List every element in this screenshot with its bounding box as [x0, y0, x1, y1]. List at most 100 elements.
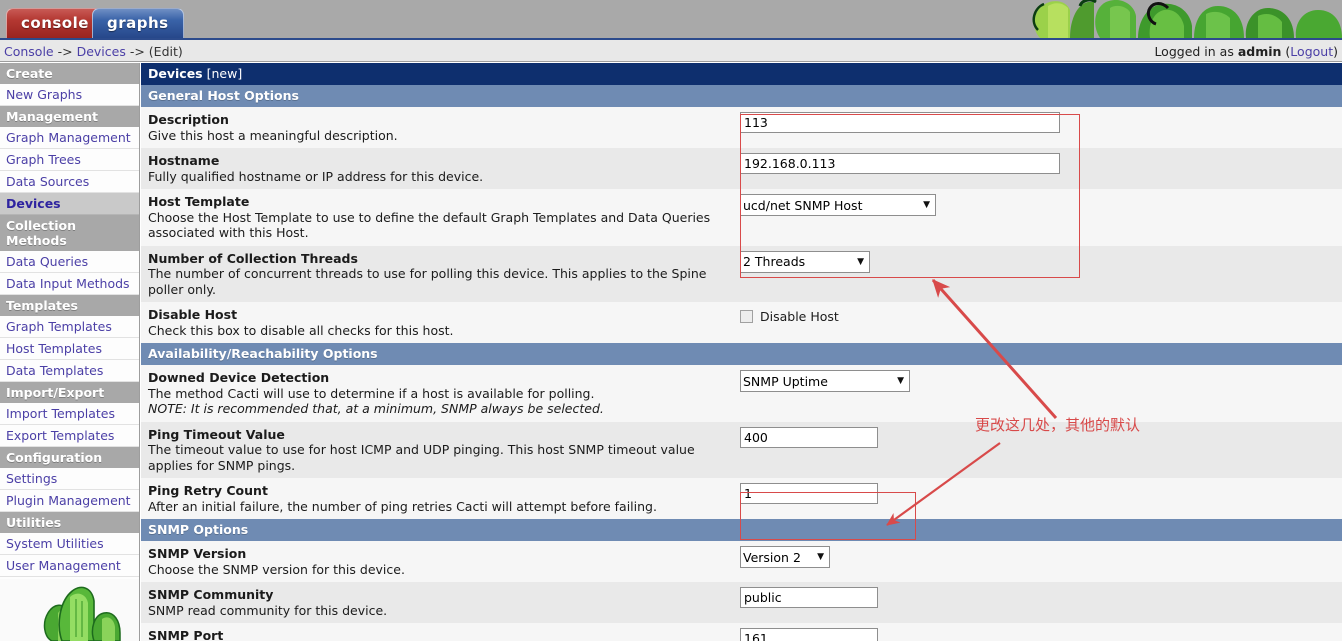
- page-title: Devices [new]: [141, 63, 1342, 85]
- field-row-ping-timeout: Ping Timeout Value The timeout value to …: [141, 421, 1342, 478]
- field-help-ping-timeout: The timeout value to use for host ICMP a…: [148, 442, 695, 473]
- field-label-ping-retry-count: Ping Retry Count: [148, 483, 268, 498]
- threads-select-wrap: 2 Threads ▼: [740, 250, 870, 273]
- session-info: Logged in as admin (Logout): [1154, 44, 1338, 59]
- sidebar-item-data-queries[interactable]: Data Queries: [0, 251, 139, 273]
- field-control-ping-timeout: [740, 426, 1342, 448]
- host-template-select[interactable]: ucd/net SNMP Host: [740, 194, 936, 216]
- field-row-snmp-version: SNMP Version Choose the SNMP version for…: [141, 541, 1342, 582]
- field-control-collection-threads: 2 Threads ▼: [740, 250, 1342, 273]
- logged-in-user: admin: [1237, 44, 1282, 59]
- section-header-availability: Availability/Reachability Options: [141, 343, 1342, 365]
- field-control-ping-retry-count: [740, 483, 1342, 504]
- ping-timeout-input[interactable]: [740, 426, 878, 448]
- field-control-downed-device-detection: SNMP Uptime ▼: [740, 370, 1342, 392]
- sidebar-item-settings[interactable]: Settings: [0, 468, 139, 490]
- field-description-ping-timeout: Ping Timeout Value The timeout value to …: [148, 427, 740, 474]
- field-description-collection-threads: Number of Collection Threads The number …: [148, 251, 740, 298]
- field-row-description: Description Give this host a meaningful …: [141, 107, 1342, 148]
- disable-host-checkbox[interactable]: [740, 310, 753, 323]
- snmp-version-select[interactable]: Version 2: [740, 546, 830, 568]
- sidebar-item-new-graphs[interactable]: New Graphs: [0, 84, 139, 106]
- cactus-logo: [0, 579, 139, 641]
- logout-paren-close: ): [1333, 44, 1338, 59]
- field-control-snmp-version: Version 2 ▼: [740, 546, 1342, 568]
- sidebar: Create New Graphs Management Graph Manag…: [0, 63, 140, 641]
- collection-threads-select[interactable]: 2 Threads: [740, 250, 870, 273]
- breadcrumb: Console -> Devices -> (Edit): [4, 44, 183, 59]
- sidebar-heading-create: Create: [0, 63, 139, 84]
- field-label-downed-device-detection: Downed Device Detection: [148, 370, 330, 385]
- field-description-disable-host: Disable Host Check this box to disable a…: [148, 307, 740, 338]
- page-title-suffix: [new]: [206, 66, 243, 81]
- field-row-snmp-port: SNMP Port Enter the UDP port number to u…: [141, 623, 1342, 641]
- field-control-hostname: [740, 153, 1342, 174]
- downed-detection-select-wrap: SNMP Uptime ▼: [740, 370, 910, 392]
- page-title-text: Devices: [148, 66, 203, 81]
- downed-device-detection-select[interactable]: SNMP Uptime: [740, 370, 910, 392]
- sidebar-item-graph-trees[interactable]: Graph Trees: [0, 149, 139, 171]
- ping-retry-count-input[interactable]: [740, 483, 878, 504]
- field-control-disable-host: Disable Host: [740, 307, 1342, 324]
- breadcrumb-console[interactable]: Console: [4, 44, 54, 59]
- field-label-snmp-port: SNMP Port: [148, 628, 224, 641]
- field-description-ping-retry-count: Ping Retry Count After an initial failur…: [148, 483, 740, 514]
- field-label-disable-host: Disable Host: [148, 307, 238, 322]
- field-control-snmp-community: [740, 587, 1342, 608]
- hostname-input[interactable]: [740, 153, 1060, 174]
- field-help-downed-device-detection: The method Cacti will use to determine i…: [148, 385, 595, 401]
- sidebar-heading-collection-methods: Collection Methods: [0, 215, 139, 251]
- sidebar-item-import-templates[interactable]: Import Templates: [0, 403, 139, 425]
- section-header-general-host-options: General Host Options: [141, 85, 1342, 107]
- field-row-ping-retry-count: Ping Retry Count After an initial failur…: [141, 478, 1342, 519]
- disable-host-checkbox-label: Disable Host: [760, 309, 839, 324]
- tab-graphs[interactable]: graphs: [92, 8, 184, 38]
- top-banner: console graphs: [0, 0, 1342, 38]
- field-help-collection-threads: The number of concurrent threads to use …: [148, 266, 707, 297]
- field-help-description: Give this host a meaningful description.: [148, 127, 398, 143]
- sidebar-item-data-sources[interactable]: Data Sources: [0, 171, 139, 193]
- field-label-snmp-version: SNMP Version: [148, 546, 247, 561]
- snmp-port-input[interactable]: [740, 628, 878, 641]
- sidebar-item-data-templates[interactable]: Data Templates: [0, 360, 139, 382]
- sidebar-item-user-management[interactable]: User Management: [0, 555, 139, 577]
- sidebar-heading-configuration: Configuration: [0, 447, 139, 468]
- sidebar-item-export-templates[interactable]: Export Templates: [0, 425, 139, 447]
- field-help-snmp-version: Choose the SNMP version for this device.: [148, 561, 405, 577]
- breadcrumb-bar: Console -> Devices -> (Edit) Logged in a…: [0, 38, 1342, 62]
- field-help-host-template: Choose the Host Template to use to defin…: [148, 209, 711, 241]
- field-help-ping-retry-count: After an initial failure, the number of …: [148, 498, 657, 514]
- snmp-version-select-wrap: Version 2 ▼: [740, 546, 830, 568]
- breadcrumb-sep-2: ->: [129, 44, 145, 59]
- sidebar-item-plugin-management[interactable]: Plugin Management: [0, 490, 139, 512]
- sidebar-heading-utilities: Utilities: [0, 512, 139, 533]
- tab-console[interactable]: console: [6, 8, 104, 38]
- sidebar-item-devices[interactable]: Devices: [0, 193, 139, 215]
- field-description-snmp-version: SNMP Version Choose the SNMP version for…: [148, 546, 740, 577]
- logout-link[interactable]: Logout: [1290, 44, 1333, 59]
- snmp-community-input[interactable]: [740, 587, 878, 608]
- sidebar-item-host-templates[interactable]: Host Templates: [0, 338, 139, 360]
- field-row-hostname: Hostname Fully qualified hostname or IP …: [141, 148, 1342, 189]
- field-description-downed-device-detection: Downed Device Detection The method Cacti…: [148, 370, 740, 417]
- field-row-disable-host: Disable Host Check this box to disable a…: [141, 302, 1342, 343]
- field-control-host-template: ucd/net SNMP Host ▼: [740, 194, 1342, 216]
- field-control-snmp-port: [740, 628, 1342, 641]
- description-input[interactable]: [740, 112, 1060, 133]
- field-description-snmp-community: SNMP Community SNMP read community for t…: [148, 587, 740, 618]
- field-description-snmp-port: SNMP Port Enter the UDP port number to u…: [148, 628, 740, 641]
- main-content: Devices [new] General Host Options Descr…: [141, 63, 1342, 641]
- field-label-description: Description: [148, 112, 229, 127]
- field-help-hostname: Fully qualified hostname or IP address f…: [148, 168, 484, 184]
- field-description-host-template: Host Template Choose the Host Template t…: [148, 194, 740, 241]
- field-label-ping-timeout: Ping Timeout Value: [148, 426, 285, 442]
- cactus-banner-art: [982, 0, 1342, 38]
- sidebar-item-graph-templates[interactable]: Graph Templates: [0, 316, 139, 338]
- sidebar-item-graph-management[interactable]: Graph Management: [0, 127, 139, 149]
- sidebar-item-system-utilities[interactable]: System Utilities: [0, 533, 139, 555]
- disable-host-checkbox-row: Disable Host: [740, 307, 839, 324]
- field-row-snmp-community: SNMP Community SNMP read community for t…: [141, 582, 1342, 623]
- breadcrumb-devices[interactable]: Devices: [77, 44, 126, 59]
- sidebar-item-data-input-methods[interactable]: Data Input Methods: [0, 273, 139, 295]
- breadcrumb-current: (Edit): [148, 44, 183, 59]
